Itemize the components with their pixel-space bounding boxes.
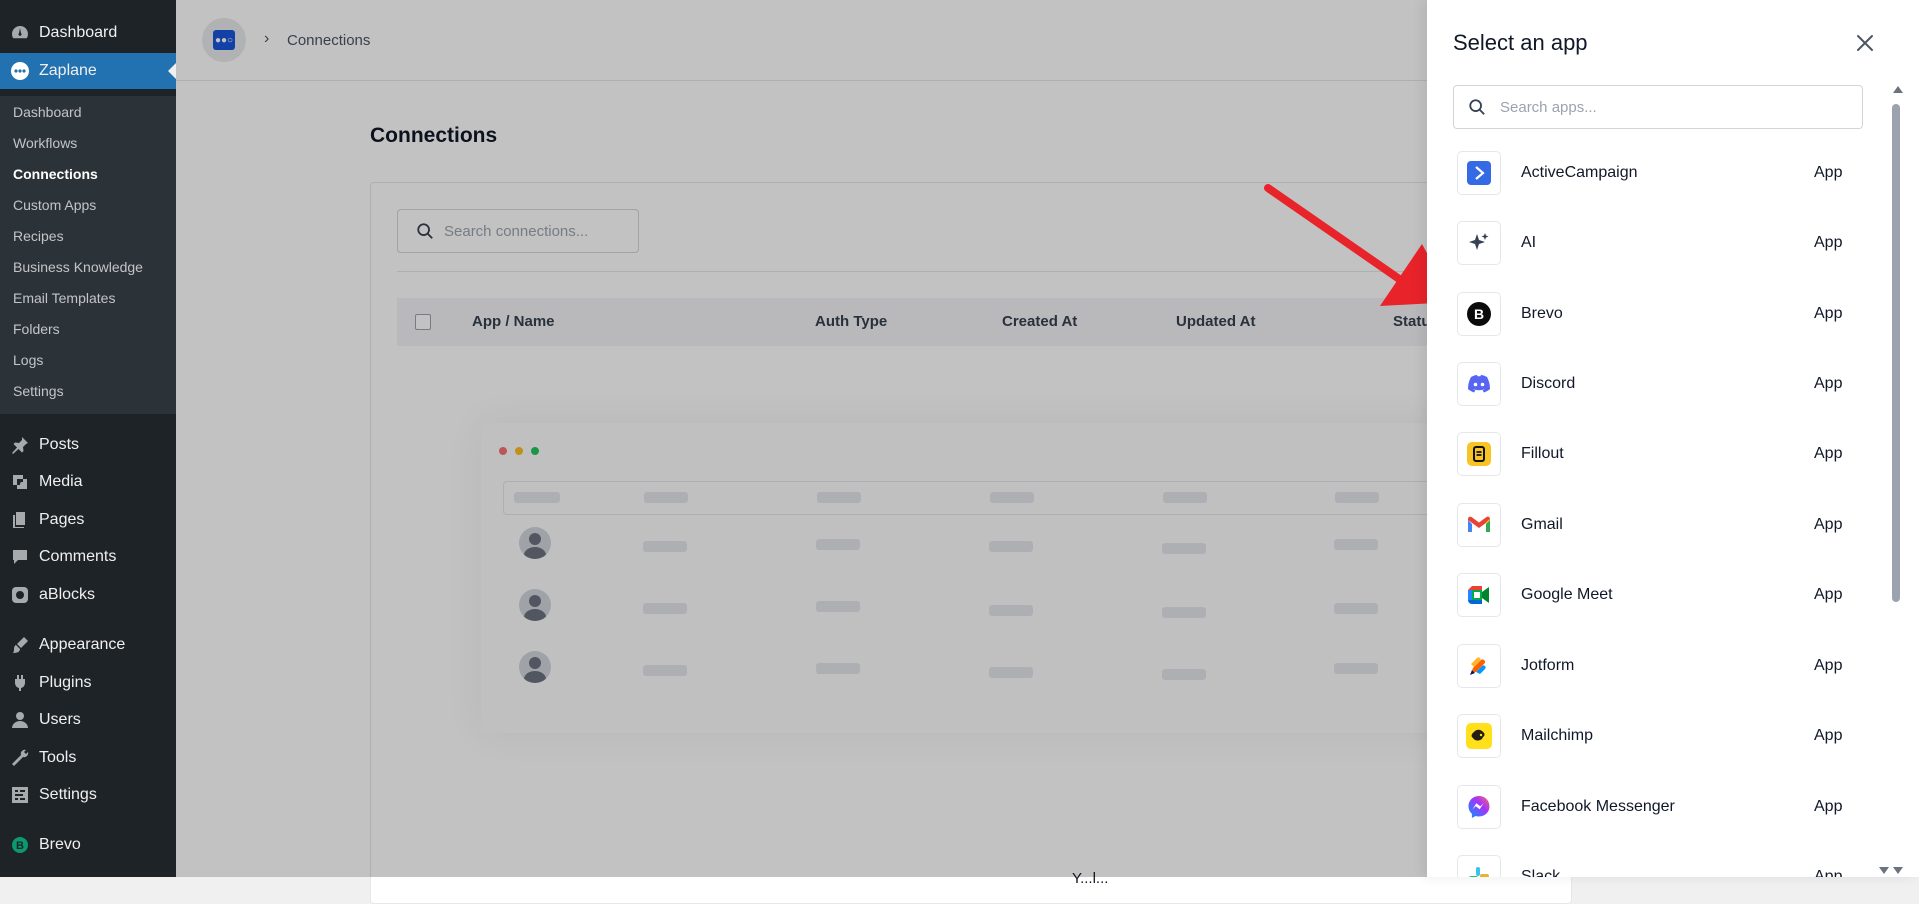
app-row-facebook-messenger[interactable]: Facebook Messenger App [1457,783,1857,831]
sidebar-item-ablocks[interactable]: aBlocks [0,579,176,611]
brush-icon [10,635,30,655]
app-row-brevo[interactable]: B Brevo App [1457,290,1857,338]
sidebar-item-media[interactable]: Media [0,466,176,498]
comment-icon [10,547,30,567]
scroll-up-arrow-icon[interactable] [1893,86,1903,93]
svg-text:B: B [1474,306,1484,322]
drawer-scrollbar[interactable] [1892,104,1900,602]
fillout-icon [1457,432,1501,476]
admin-sidebar: Dashboard Zaplane Dashboard Workflows Co… [0,0,176,877]
submenu-dashboard[interactable]: Dashboard [13,104,82,120]
app-row-activecampaign[interactable]: ActiveCampaign App [1457,149,1857,197]
sidebar-item-settings[interactable]: Settings [0,779,176,811]
close-icon[interactable] [1852,30,1878,56]
sidebar-item-plugins[interactable]: Plugins [0,667,176,699]
sidebar-item-dashboard[interactable]: Dashboard [0,17,176,49]
media-icon [10,472,30,492]
sidebar-item-posts[interactable]: Posts [0,429,176,461]
sidebar-item-comments[interactable]: Comments [0,541,176,573]
submenu-recipes[interactable]: Recipes [13,228,64,244]
app-search-input[interactable] [1498,97,1852,117]
brevo-icon: B [10,835,30,855]
submenu-settings[interactable]: Settings [13,383,64,399]
submenu-custom-apps[interactable]: Custom Apps [13,197,96,213]
search-icon [1469,99,1485,115]
app-row-mailchimp[interactable]: Mailchimp App [1457,712,1857,760]
sidebar-item-zaplane[interactable]: Zaplane [0,53,176,89]
mailchimp-icon [1457,714,1501,758]
brevo-icon: B [1457,292,1501,336]
scroll-down-arrow-icon[interactable] [1879,867,1889,874]
slack-icon [1457,855,1501,877]
jotform-icon [1457,644,1501,688]
sidebar-item-tools[interactable]: Tools [0,742,176,774]
pin-icon [10,435,30,455]
plug-icon [10,673,30,693]
submenu-email-templates[interactable]: Email Templates [13,290,115,306]
app-row-fillout[interactable]: Fillout App [1457,430,1857,478]
app-row-slack[interactable]: Slack App [1457,853,1857,877]
zaplane-icon [10,61,30,81]
drawer-title: Select an app [1453,30,1588,55]
app-row-google-meet[interactable]: Google Meet App [1457,571,1857,619]
app-row-discord[interactable]: Discord App [1457,360,1857,408]
submenu-business-knowledge[interactable]: Business Knowledge [13,259,143,275]
wrench-icon [10,748,30,768]
app-row-ai[interactable]: AI App [1457,219,1857,267]
gmail-icon [1457,503,1501,547]
sidebar-item-pages[interactable]: Pages [0,504,176,536]
app-row-jotform[interactable]: Jotform App [1457,642,1857,690]
messenger-icon [1457,785,1501,829]
submenu-connections[interactable]: Connections [13,166,98,182]
pages-icon [10,510,30,530]
dashboard-icon [10,23,30,43]
svg-text:B: B [16,840,24,852]
discord-icon [1457,362,1501,406]
sidebar-item-users[interactable]: Users [0,704,176,736]
settings-icon [10,785,30,805]
app-search[interactable] [1453,85,1863,129]
sidebar-item-appearance[interactable]: Appearance [0,629,176,661]
user-icon [10,710,30,730]
app-row-gmail[interactable]: Gmail App [1457,501,1857,549]
activecampaign-icon [1457,151,1501,195]
scroll-down-arrow-icon[interactable] [1893,867,1903,874]
sidebar-item-brevo[interactable]: B Brevo [0,829,176,861]
submenu-logs[interactable]: Logs [13,352,43,368]
google-meet-icon [1457,573,1501,617]
submenu-workflows[interactable]: Workflows [13,135,77,151]
ai-sparkle-icon [1457,221,1501,265]
zaplane-submenu: Dashboard Workflows Connections Custom A… [0,96,176,414]
modal-backdrop[interactable] [176,0,1427,877]
ablocks-icon [10,585,30,605]
select-app-drawer: Select an app ActiveCampaign App AI App … [1427,0,1919,877]
submenu-folders[interactable]: Folders [13,321,60,337]
